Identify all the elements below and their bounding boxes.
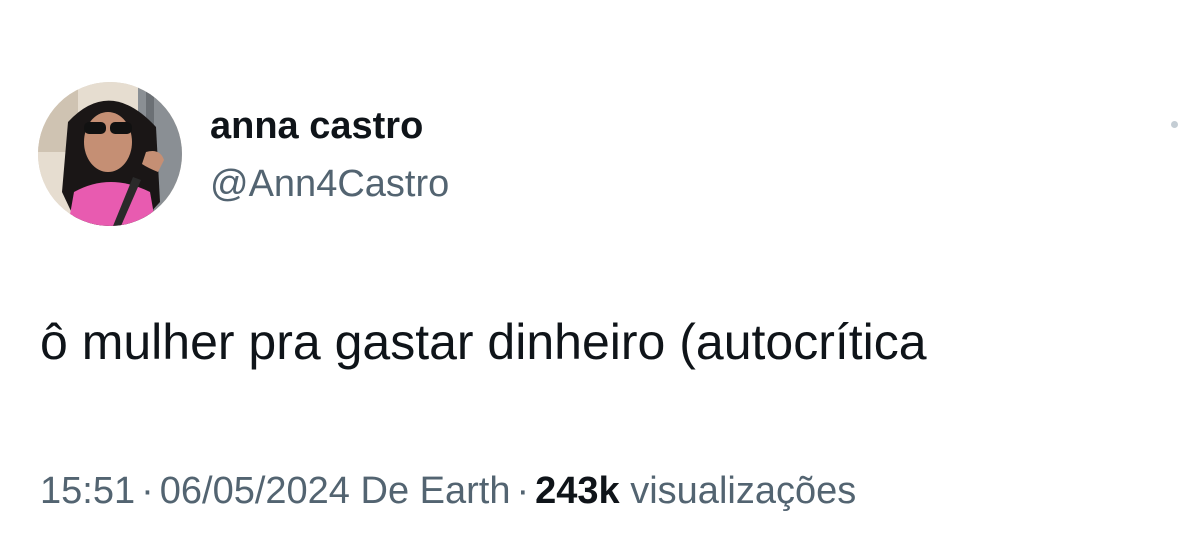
views-label: visualizações bbox=[630, 470, 857, 512]
tweet-time[interactable]: 15:51 bbox=[40, 470, 135, 512]
avatar[interactable] bbox=[38, 82, 182, 226]
avatar-image bbox=[38, 82, 182, 226]
tweet-meta: 15:51 · 06/05/2024 De Earth · 243k visualiza… bbox=[40, 468, 856, 514]
tweet-date[interactable]: 06/05/2024 bbox=[160, 470, 350, 512]
display-name[interactable]: anna castro bbox=[210, 104, 449, 148]
views-count[interactable]: 243k bbox=[535, 470, 620, 512]
tweet-card: anna castro @Ann4Castro ô mulher pra gas… bbox=[0, 0, 1179, 549]
meta-separator: · bbox=[141, 470, 154, 512]
tweet-text: ô mulher pra gastar dinheiro (autocrític… bbox=[40, 314, 927, 370]
author-block: anna castro @Ann4Castro bbox=[210, 104, 449, 206]
tweet-source: De Earth bbox=[360, 470, 511, 512]
meta-separator: · bbox=[516, 470, 530, 512]
more-dot bbox=[1171, 121, 1178, 128]
more-options-icon[interactable] bbox=[1168, 116, 1179, 130]
user-handle[interactable]: @Ann4Castro bbox=[210, 162, 449, 206]
